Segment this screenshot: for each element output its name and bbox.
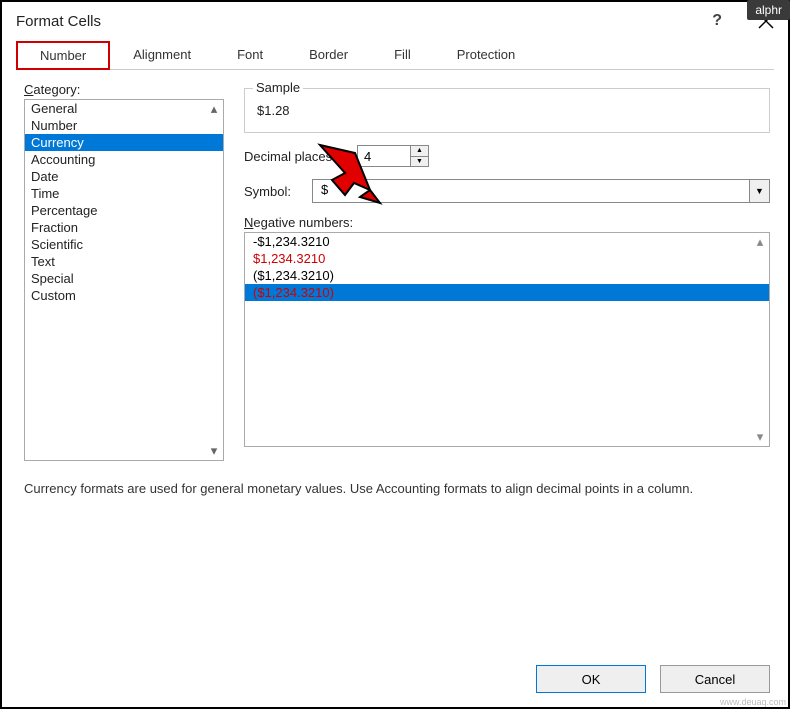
tab-alignment[interactable]: Alignment [110,41,214,70]
chevron-down-icon[interactable]: ▼ [749,180,769,202]
tab-protection[interactable]: Protection [434,41,539,70]
category-item-custom[interactable]: Custom [25,287,223,304]
scroll-up-icon[interactable]: ▴ [752,234,768,250]
negative-numbers-listbox[interactable]: -$1,234.3210 $1,234.3210 ($1,234.3210) (… [244,232,770,447]
negative-numbers-label: Negative numbers: [244,215,770,230]
negative-item-3[interactable]: ($1,234.3210) [245,284,769,301]
tab-border[interactable]: Border [286,41,371,70]
category-item-fraction[interactable]: Fraction [25,219,223,236]
watermark: www.deuaq.com [720,697,786,707]
negative-item-0[interactable]: -$1,234.3210 [245,233,769,250]
category-item-accounting[interactable]: Accounting [25,151,223,168]
negative-item-1[interactable]: $1,234.3210 [245,250,769,267]
category-item-number[interactable]: Number [25,117,223,134]
category-item-date[interactable]: Date [25,168,223,185]
category-item-time[interactable]: Time [25,185,223,202]
symbol-label: Symbol: [244,184,304,199]
ok-button[interactable]: OK [536,665,646,693]
sample-legend: Sample [253,80,303,95]
help-button[interactable]: ? [712,12,722,30]
symbol-select[interactable]: $ ▼ [312,179,770,203]
spinner-down-icon[interactable]: ▼ [411,157,428,167]
category-item-percentage[interactable]: Percentage [25,202,223,219]
sample-group: Sample $1.28 [244,88,770,133]
symbol-value: $ [313,180,749,202]
decimal-places-label: Decimal places: [244,149,349,164]
tab-fill[interactable]: Fill [371,41,434,70]
decimal-places-spinner[interactable]: ▲ ▼ [357,145,429,167]
scroll-up-icon[interactable]: ▴ [206,101,222,117]
category-listbox[interactable]: ▴ General Number Currency Accounting Dat… [24,99,224,461]
decimal-places-input[interactable] [358,146,410,166]
category-item-currency[interactable]: Currency [25,134,223,151]
tab-font[interactable]: Font [214,41,286,70]
category-item-text[interactable]: Text [25,253,223,270]
format-description: Currency formats are used for general mo… [24,479,770,499]
category-item-scientific[interactable]: Scientific [25,236,223,253]
sample-value: $1.28 [257,103,757,118]
spinner-up-icon[interactable]: ▲ [411,146,428,157]
category-label: Category: [24,82,224,97]
cancel-button[interactable]: Cancel [660,665,770,693]
scroll-down-icon[interactable]: ▾ [752,429,768,445]
dialog-title: Format Cells [16,13,712,30]
negative-item-2[interactable]: ($1,234.3210) [245,267,769,284]
titlebar: Format Cells ? [2,2,788,36]
tab-number[interactable]: Number [16,41,110,70]
brand-badge: alphr [747,0,790,20]
scroll-down-icon[interactable]: ▾ [206,443,222,459]
tab-strip: Number Alignment Font Border Fill Protec… [16,40,774,70]
category-item-general[interactable]: General [25,100,223,117]
category-item-special[interactable]: Special [25,270,223,287]
